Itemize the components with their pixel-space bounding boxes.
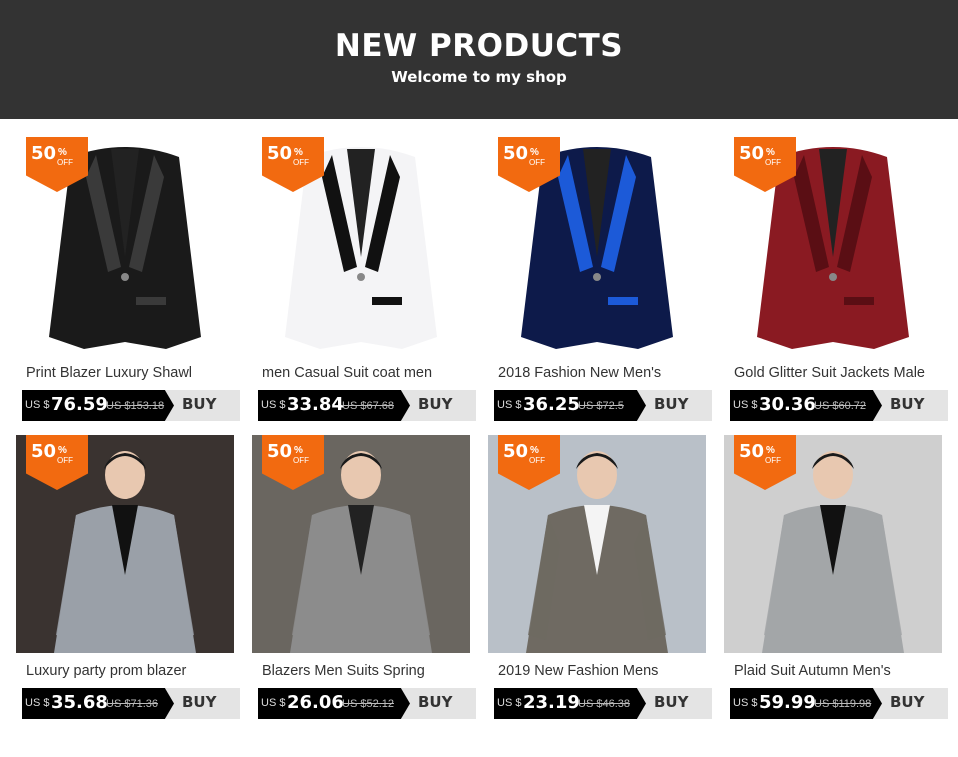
product-card[interactable]: 50 % OFF Blazers Men Suits Spring US $ 2… bbox=[252, 435, 476, 725]
original-price: US $72.5 bbox=[578, 400, 624, 412]
buy-button[interactable]: BUY bbox=[654, 395, 688, 413]
original-price: US $119.98 bbox=[814, 698, 872, 710]
discount-percent: % bbox=[530, 147, 539, 158]
price-box: US $ 76.59 US $153.18 bbox=[22, 390, 174, 421]
price-bar: US $ 26.06 US $52.12 BUY bbox=[258, 688, 476, 719]
price-box: US $ 35.68 US $71.36 bbox=[22, 688, 174, 719]
price-bar: US $ 76.59 US $153.18 BUY bbox=[22, 390, 240, 421]
discount-off: OFF bbox=[765, 158, 781, 167]
buy-button[interactable]: BUY bbox=[182, 693, 216, 711]
sale-price: 36.25 bbox=[523, 394, 580, 415]
discount-number: 50 bbox=[503, 143, 529, 164]
discount-percent: % bbox=[58, 147, 67, 158]
original-price: US $71.36 bbox=[106, 698, 158, 710]
discount-number: 50 bbox=[31, 143, 57, 164]
buy-button[interactable]: BUY bbox=[890, 693, 924, 711]
product-title[interactable]: Gold Glitter Suit Jackets Male bbox=[734, 365, 946, 381]
product-title[interactable]: 2018 Fashion New Men's bbox=[498, 365, 710, 381]
product-card[interactable]: 50 % OFF Print Blazer Luxury Shawl US $ … bbox=[16, 137, 240, 427]
sale-price: 59.99 bbox=[759, 692, 816, 713]
product-card[interactable]: 50 % OFF Luxury party prom blazer US $ 3… bbox=[16, 435, 240, 725]
product-title[interactable]: Print Blazer Luxury Shawl bbox=[26, 365, 238, 381]
sale-price: 30.36 bbox=[759, 394, 816, 415]
product-title[interactable]: men Casual Suit coat men bbox=[262, 365, 474, 381]
product-title[interactable]: 2019 New Fashion Mens bbox=[498, 663, 710, 679]
product-card[interactable]: 50 % OFF Gold Glitter Suit Jackets Male … bbox=[724, 137, 948, 427]
discount-number: 50 bbox=[503, 441, 529, 462]
price-bar: US $ 30.36 US $60.72 BUY bbox=[730, 390, 948, 421]
sale-price: 35.68 bbox=[51, 692, 108, 713]
currency-label: US $ bbox=[733, 399, 758, 411]
discount-off: OFF bbox=[529, 158, 545, 167]
discount-number: 50 bbox=[31, 441, 57, 462]
buy-button[interactable]: BUY bbox=[654, 693, 688, 711]
product-title[interactable]: Blazers Men Suits Spring bbox=[262, 663, 474, 679]
discount-number: 50 bbox=[267, 143, 293, 164]
price-bar: US $ 36.25 US $72.5 BUY bbox=[494, 390, 712, 421]
discount-number: 50 bbox=[739, 441, 765, 462]
discount-percent: % bbox=[294, 147, 303, 158]
currency-label: US $ bbox=[497, 399, 522, 411]
sale-price: 33.84 bbox=[287, 394, 344, 415]
original-price: US $60.72 bbox=[814, 400, 866, 412]
price-box: US $ 33.84 US $67.68 bbox=[258, 390, 410, 421]
price-bar: US $ 59.99 US $119.98 BUY bbox=[730, 688, 948, 719]
buy-button[interactable]: BUY bbox=[418, 395, 452, 413]
buy-button[interactable]: BUY bbox=[182, 395, 216, 413]
discount-off: OFF bbox=[529, 456, 545, 465]
discount-off: OFF bbox=[57, 158, 73, 167]
discount-percent: % bbox=[766, 147, 775, 158]
price-box: US $ 23.19 US $46.38 bbox=[494, 688, 646, 719]
product-title[interactable]: Plaid Suit Autumn Men's bbox=[734, 663, 946, 679]
original-price: US $46.38 bbox=[578, 698, 630, 710]
price-box: US $ 36.25 US $72.5 bbox=[494, 390, 646, 421]
currency-label: US $ bbox=[25, 399, 50, 411]
price-bar: US $ 23.19 US $46.38 BUY bbox=[494, 688, 712, 719]
original-price: US $52.12 bbox=[342, 698, 394, 710]
sale-price: 26.06 bbox=[287, 692, 344, 713]
price-box: US $ 59.99 US $119.98 bbox=[730, 688, 882, 719]
product-card[interactable]: 50 % OFF 2018 Fashion New Men's US $ 36.… bbox=[488, 137, 712, 427]
discount-number: 50 bbox=[739, 143, 765, 164]
currency-label: US $ bbox=[261, 697, 286, 709]
currency-label: US $ bbox=[25, 697, 50, 709]
discount-off: OFF bbox=[765, 456, 781, 465]
buy-button[interactable]: BUY bbox=[418, 693, 452, 711]
price-bar: US $ 35.68 US $71.36 BUY bbox=[22, 688, 240, 719]
discount-off: OFF bbox=[293, 158, 309, 167]
discount-percent: % bbox=[294, 445, 303, 456]
discount-off: OFF bbox=[57, 456, 73, 465]
product-title[interactable]: Luxury party prom blazer bbox=[26, 663, 238, 679]
original-price: US $153.18 bbox=[106, 400, 165, 412]
product-card[interactable]: 50 % OFF men Casual Suit coat men US $ 3… bbox=[252, 137, 476, 427]
discount-percent: % bbox=[530, 445, 539, 456]
discount-number: 50 bbox=[267, 441, 293, 462]
price-box: US $ 30.36 US $60.72 bbox=[730, 390, 882, 421]
discount-percent: % bbox=[58, 445, 67, 456]
original-price: US $67.68 bbox=[342, 400, 394, 412]
discount-off: OFF bbox=[293, 456, 309, 465]
currency-label: US $ bbox=[497, 697, 522, 709]
product-card[interactable]: 50 % OFF 2019 New Fashion Mens US $ 23.1… bbox=[488, 435, 712, 725]
sale-price: 23.19 bbox=[523, 692, 580, 713]
sale-price: 76.59 bbox=[51, 394, 108, 415]
buy-button[interactable]: BUY bbox=[890, 395, 924, 413]
currency-label: US $ bbox=[261, 399, 286, 411]
product-grid: 50 % OFF Print Blazer Luxury Shawl US $ … bbox=[0, 0, 958, 757]
product-card[interactable]: 50 % OFF Plaid Suit Autumn Men's US $ 59… bbox=[724, 435, 948, 725]
price-bar: US $ 33.84 US $67.68 BUY bbox=[258, 390, 476, 421]
price-box: US $ 26.06 US $52.12 bbox=[258, 688, 410, 719]
discount-percent: % bbox=[766, 445, 775, 456]
currency-label: US $ bbox=[733, 697, 758, 709]
